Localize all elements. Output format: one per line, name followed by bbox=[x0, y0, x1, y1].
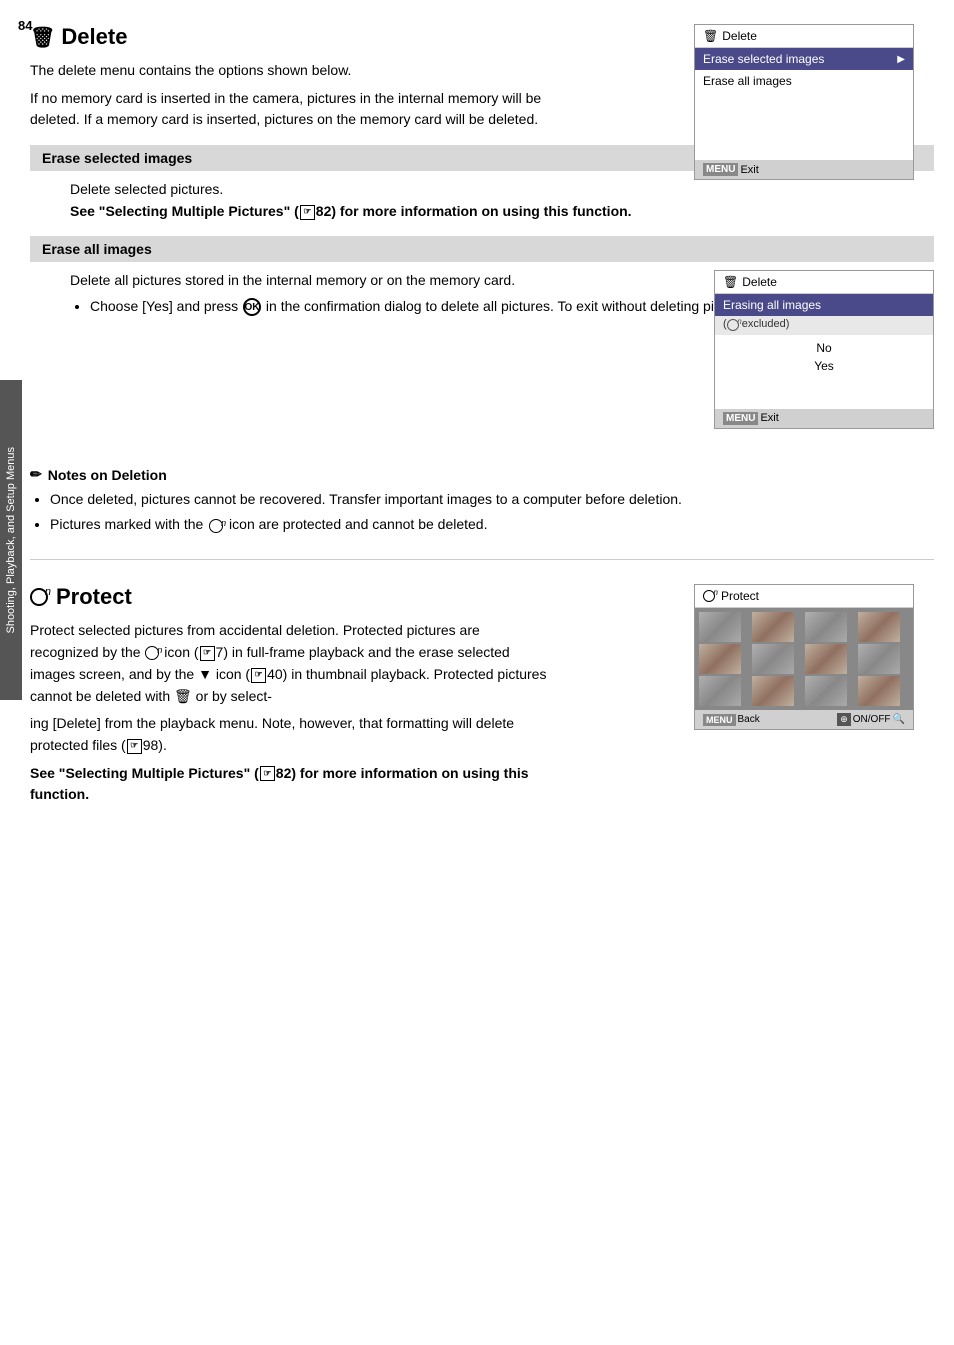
notes-bullet1: Once deleted, pictures cannot be recover… bbox=[50, 489, 934, 510]
delete-section: 🗑 Delete The delete menu contains the op… bbox=[30, 14, 934, 535]
option-no[interactable]: No bbox=[723, 339, 925, 357]
camera-menu-erasing-title: 🗑 Delete bbox=[715, 271, 933, 294]
erase-selected-line1: Delete selected pictures. bbox=[70, 179, 934, 201]
delete-intro-2: If no memory card is inserted in the cam… bbox=[30, 88, 550, 131]
ok-btn-1: OK bbox=[243, 298, 261, 316]
onoff-btn: ⊕ bbox=[837, 713, 851, 726]
camera-trash-icon-2: 🗑 bbox=[723, 275, 738, 289]
footer-onoff: ⊕ ON/OFF 🔍 bbox=[837, 713, 905, 726]
side-tab-label: Shooting, Playback, and Setup Menus bbox=[4, 447, 18, 634]
notes-bullet2: Pictures marked with the n icon are prot… bbox=[50, 514, 934, 535]
protect-bold-ref: See "Selecting Multiple Pictures" (☞82) … bbox=[30, 763, 550, 805]
notes-bullets: Once deleted, pictures cannot be recover… bbox=[50, 489, 934, 535]
protect-text-1: Protect selected pictures from accidenta… bbox=[30, 620, 550, 707]
protect-camera-box: n Protect MENU Back bbox=[694, 584, 914, 730]
camera-menu-delete: 🗑 Delete Erase selected images Erase all… bbox=[694, 24, 914, 180]
protect-camera-title: n Protect bbox=[695, 585, 913, 608]
thumb-4 bbox=[858, 612, 900, 642]
footer-back: MENU Back bbox=[703, 714, 760, 726]
menu-btn-2: MENU bbox=[723, 412, 758, 425]
thumb-1 bbox=[699, 612, 741, 642]
erasing-options: No Yes bbox=[715, 335, 933, 379]
protect-icon-inline: n bbox=[145, 646, 159, 660]
ref-icon-40: ☞ bbox=[251, 668, 266, 683]
erasing-sub: (n excluded) bbox=[715, 316, 933, 334]
camera-trash-icon: 🗑 bbox=[703, 29, 718, 43]
notes-title: ✏ Notes on Deletion bbox=[30, 466, 934, 483]
thumb-6 bbox=[752, 644, 794, 674]
trash-icon: 🗑 bbox=[30, 25, 55, 50]
section-divider bbox=[30, 559, 934, 560]
protect-text-2: ing [Delete] from the playback menu. Not… bbox=[30, 713, 550, 756]
ref-icon-82b: ☞ bbox=[260, 766, 275, 781]
ref-icon-82a: ☞ bbox=[300, 205, 315, 220]
camera-menu-erase-all[interactable]: Erase all images bbox=[695, 70, 913, 92]
camera-menu-erase-selected[interactable]: Erase selected images bbox=[695, 48, 913, 70]
thumb-8 bbox=[858, 644, 900, 674]
protect-circle-icon: n bbox=[30, 588, 48, 606]
camera-menu-erasing: 🗑 Delete Erasing all images (n excluded)… bbox=[714, 270, 934, 428]
option-yes[interactable]: Yes bbox=[723, 357, 925, 375]
search-icon: 🔍 bbox=[893, 714, 905, 725]
erasing-highlight: Erasing all images bbox=[715, 294, 933, 316]
protect-thumbnails-grid bbox=[695, 608, 913, 710]
thumb-9 bbox=[699, 676, 741, 706]
menu-btn: MENU bbox=[703, 163, 738, 176]
erase-selected-ref: See "Selecting Multiple Pictures" (☞82) … bbox=[70, 201, 934, 223]
thumb-5 bbox=[699, 644, 741, 674]
thumb-3 bbox=[805, 612, 847, 642]
thumb-7 bbox=[805, 644, 847, 674]
ref-icon-98: ☞ bbox=[127, 739, 142, 754]
erase-all-header: Erase all images bbox=[30, 236, 934, 262]
thumb-10 bbox=[752, 676, 794, 706]
thumb-2 bbox=[752, 612, 794, 642]
thumb-11 bbox=[805, 676, 847, 706]
protect-body: Protect selected pictures from accidenta… bbox=[30, 620, 550, 804]
camera-menu-title: 🗑 Delete bbox=[695, 25, 913, 48]
notes-section: ✏ Notes on Deletion Once deleted, pictur… bbox=[30, 466, 934, 535]
protect-section: n Protect n Protect bbox=[30, 584, 934, 804]
delete-intro-1: The delete menu contains the options sho… bbox=[30, 60, 550, 82]
notes-pencil-icon: ✏ bbox=[30, 466, 42, 483]
camera-menu-footer-2: MENU Exit bbox=[715, 409, 933, 428]
camera-menu-footer-1: MENU Exit bbox=[695, 160, 913, 179]
thumb-12 bbox=[858, 676, 900, 706]
ref-icon-7: ☞ bbox=[200, 646, 215, 661]
erase-selected-content: Delete selected pictures. See "Selecting… bbox=[70, 179, 934, 222]
menu-btn-3: MENU bbox=[703, 714, 736, 726]
side-tab: Shooting, Playback, and Setup Menus bbox=[0, 380, 22, 700]
protect-camera-footer: MENU Back ⊕ ON/OFF 🔍 bbox=[695, 710, 913, 729]
